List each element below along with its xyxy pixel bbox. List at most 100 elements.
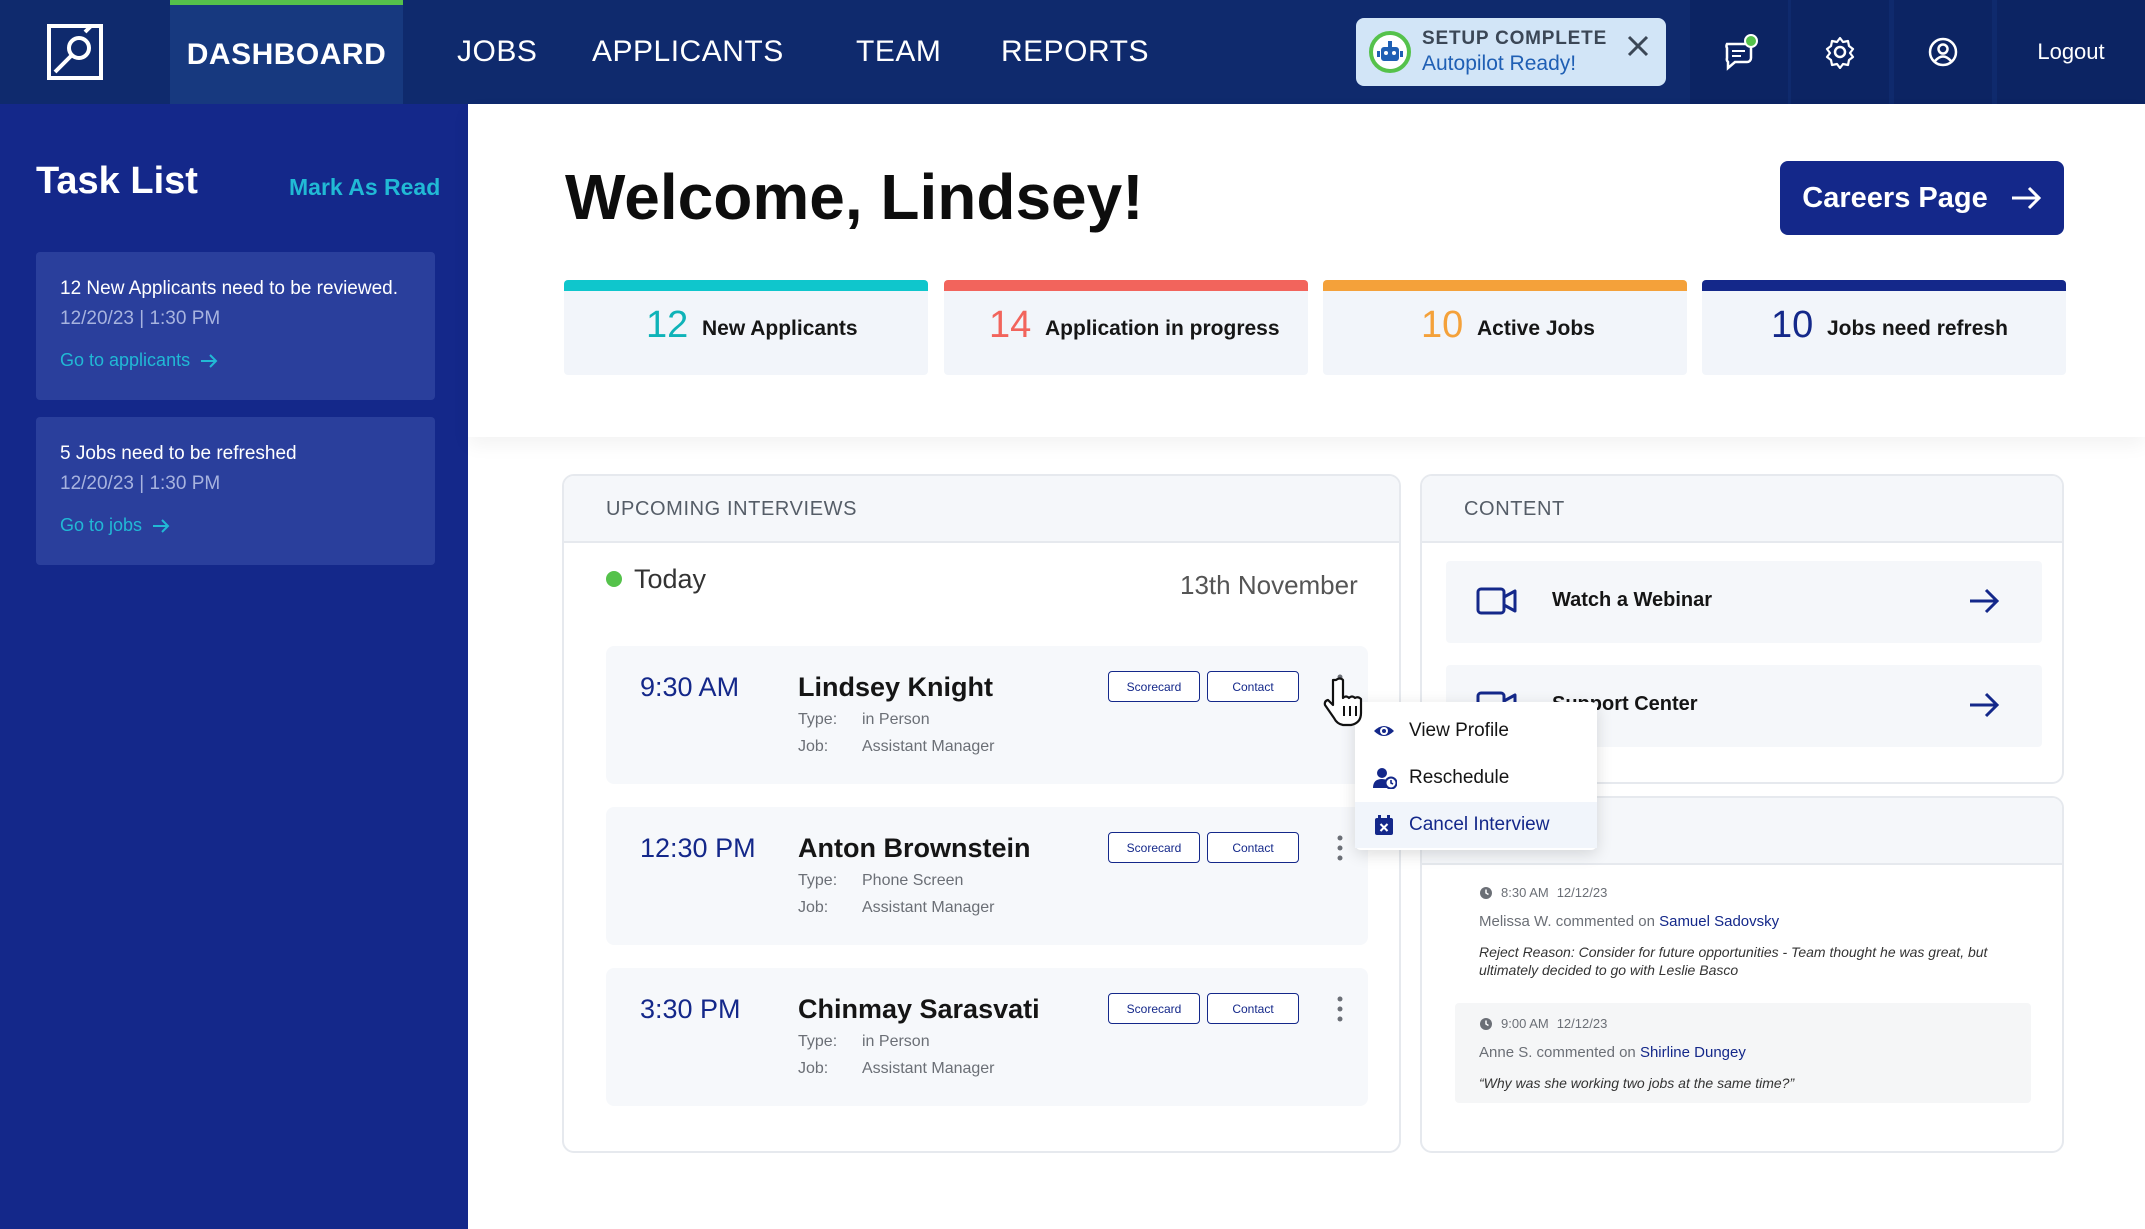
task-title: 12 New Applicants need to be reviewed. — [60, 278, 398, 299]
task-link-label: Go to applicants — [60, 350, 191, 370]
type-key: Type: — [798, 711, 838, 728]
menu-item-cancel-interview[interactable]: Cancel Interview — [1355, 802, 1597, 848]
setup-complete-toast: SETUP COMPLETE Autopilot Ready! — [1356, 18, 1666, 86]
comment-author: Melissa W. — [1479, 913, 1552, 930]
candidate-name[interactable]: Anton Brownstein — [798, 833, 1030, 864]
eye-icon — [1374, 726, 1394, 736]
contact-button[interactable]: Contact — [1207, 993, 1299, 1024]
stat-active-jobs[interactable]: 10 Active Jobs — [1323, 280, 1687, 375]
job-key: Job: — [798, 1060, 829, 1077]
menu-item-view-profile[interactable]: View Profile — [1355, 708, 1597, 754]
stat-accent-bar — [1702, 280, 2066, 291]
stat-accent-bar — [564, 280, 928, 291]
chat-button[interactable] — [1690, 0, 1788, 104]
task-card: 5 Jobs need to be refreshed 12/20/23 | 1… — [36, 417, 435, 565]
more-options-icon[interactable] — [1333, 994, 1347, 1024]
comment-time: 9:00 AM — [1501, 1016, 1549, 1031]
comment-date: 12/12/23 — [1556, 1016, 1608, 1031]
interview-options-menu: View Profile Reschedule Cancel Interview — [1355, 702, 1597, 850]
stat-value: 14 — [989, 304, 1032, 346]
contact-button[interactable]: Contact — [1207, 671, 1299, 702]
panel-title: CONTENT — [1464, 498, 1565, 520]
stat-label: Jobs need refresh — [1827, 317, 2008, 340]
stat-application-in-progress[interactable]: 14 Application in progress — [944, 280, 1308, 375]
hand-cursor-icon — [1323, 677, 1363, 727]
interview-time: 3:30 PM — [640, 994, 741, 1024]
candidate-name[interactable]: Chinmay Sarasvati — [798, 994, 1040, 1025]
task-card: 12 New Applicants need to be reviewed. 1… — [36, 252, 435, 400]
logout-button[interactable]: Logout — [1997, 0, 2145, 104]
today-label: Today — [634, 564, 707, 594]
menu-item-label: Cancel Interview — [1409, 814, 1550, 835]
scorecard-button[interactable]: Scorecard — [1108, 832, 1200, 863]
interview-type: Phone Screen — [862, 872, 964, 889]
comment-author: Anne S. — [1479, 1044, 1533, 1061]
robot-icon — [1369, 31, 1411, 73]
stat-value: 10 — [1421, 304, 1464, 346]
scorecard-button[interactable]: Scorecard — [1108, 671, 1200, 702]
arrow-right-icon — [201, 353, 218, 368]
comment-target-link[interactable]: Samuel Sadovsky — [1659, 913, 1779, 930]
job-key: Job: — [798, 738, 829, 755]
go-to-applicants-link[interactable]: Go to applicants — [60, 350, 218, 371]
scorecard-button[interactable]: Scorecard — [1108, 993, 1200, 1024]
interview-card: 3:30 PM Chinmay Sarasvati Type: in Perso… — [606, 968, 1368, 1106]
comment-byline: Anne S. commented on Shirline Dungey — [1479, 1044, 1746, 1061]
stat-jobs-need-refresh[interactable]: 10 Jobs need refresh — [1702, 280, 2066, 375]
panel-title: UPCOMING INTERVIEWS — [606, 498, 858, 520]
comment-text: “Why was she working two jobs at the sam… — [1479, 1075, 1795, 1091]
video-icon — [1476, 587, 1517, 615]
watch-webinar-item[interactable]: Watch a Webinar — [1446, 561, 2042, 643]
interview-job: Assistant Manager — [862, 738, 995, 755]
contact-button[interactable]: Contact — [1207, 832, 1299, 863]
menu-item-reschedule[interactable]: Reschedule — [1355, 755, 1597, 801]
comment-item: 9:00 AM 12/12/23 Anne S. commented on Sh… — [1455, 1016, 2031, 1096]
clock-icon — [1480, 886, 1492, 899]
nav-reports[interactable]: REPORTS — [1001, 0, 1149, 104]
settings-button[interactable] — [1791, 0, 1889, 104]
setup-subtitle: Autopilot Ready! — [1422, 52, 1577, 75]
arrow-right-icon — [153, 518, 170, 533]
type-key: Type: — [798, 1033, 838, 1050]
more-options-icon[interactable] — [1333, 833, 1347, 863]
content-label: Watch a Webinar — [1552, 589, 1713, 611]
go-to-jobs-link[interactable]: Go to jobs — [60, 515, 170, 536]
comment-target-link[interactable]: Shirline Dungey — [1640, 1044, 1746, 1061]
welcome-heading: Welcome, Lindsey! — [565, 161, 1144, 233]
comment-date: 12/12/23 — [1556, 885, 1608, 900]
stat-new-applicants[interactable]: 12 New Applicants — [564, 280, 928, 375]
mark-as-read-link[interactable]: Mark As Read — [289, 174, 440, 201]
type-key: Type: — [798, 872, 838, 889]
interview-card: 12:30 PM Anton Brownstein Type: Phone Sc… — [606, 807, 1368, 945]
comment-byline: Melissa W. commented on Samuel Sadovsky — [1479, 913, 1779, 930]
comment-verb: commented on — [1555, 913, 1655, 930]
brand-logo[interactable] — [0, 0, 150, 104]
stat-label: Active Jobs — [1477, 317, 1595, 340]
comment-time: 8:30 AM — [1501, 885, 1549, 900]
interview-job: Assistant Manager — [862, 1060, 995, 1077]
profile-button[interactable] — [1894, 0, 1992, 104]
stat-accent-bar — [1323, 280, 1687, 291]
task-title: 5 Jobs need to be refreshed — [60, 443, 297, 464]
close-icon[interactable] — [1624, 32, 1652, 60]
comment-meta: 8:30 AM 12/12/23 — [1479, 885, 1607, 900]
nav-dashboard[interactable]: DASHBOARD — [170, 0, 403, 104]
nav-jobs[interactable]: JOBS — [457, 0, 537, 104]
candidate-name[interactable]: Lindsey Knight — [798, 672, 993, 703]
calendar-x-icon — [1375, 815, 1393, 835]
arrow-right-icon — [2011, 186, 2041, 210]
interview-time: 12:30 PM — [640, 833, 756, 863]
task-date: 12/20/23 | 1:30 PM — [60, 473, 221, 494]
chat-icon — [1725, 34, 1758, 71]
comment-verb: commented on — [1536, 1044, 1636, 1061]
gear-icon — [1825, 36, 1855, 69]
setup-title: SETUP COMPLETE — [1422, 28, 1608, 49]
interview-time: 9:30 AM — [640, 672, 740, 702]
task-sidebar: Task List Mark As Read 12 New Applicants… — [0, 104, 468, 1229]
careers-page-button[interactable]: Careers Page — [1780, 161, 2064, 235]
job-key: Job: — [798, 899, 829, 916]
nav-team[interactable]: TEAM — [856, 0, 941, 104]
task-date: 12/20/23 | 1:30 PM — [60, 308, 221, 329]
nav-applicants[interactable]: APPLICANTS — [592, 0, 784, 104]
interview-type: in Person — [862, 711, 930, 728]
